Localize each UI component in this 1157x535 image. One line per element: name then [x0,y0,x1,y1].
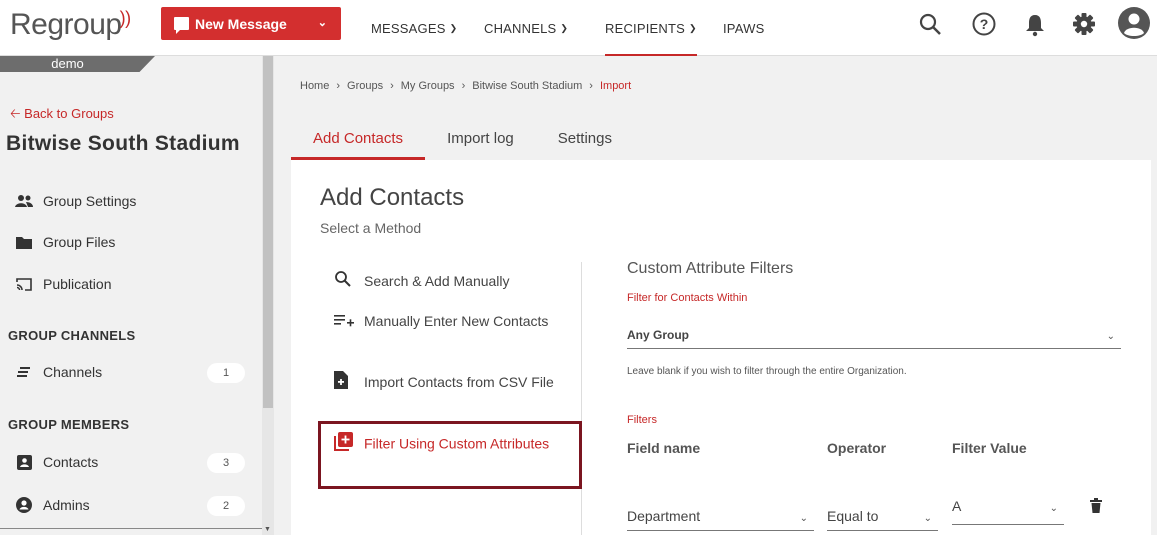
sidebar-item-label: Group Files [43,234,116,250]
chevron-right-icon: › [589,80,593,92]
logo-wave-icon: )) [119,8,132,28]
chevron-right-icon: › [336,80,341,92]
sidebar-item-admins[interactable]: Admins [15,497,90,513]
sidebar-item-publication[interactable]: Publication [15,276,112,292]
nav-channels[interactable]: CHANNELS ❯ [484,0,568,56]
filters-label: Filters [627,414,657,426]
sidebar-item-contacts[interactable]: Contacts [15,454,98,470]
operator-select[interactable]: Equal to ⌄ [827,487,938,531]
chevron-down-icon[interactable]: ⌄ [318,16,327,29]
sidebar-item-label: Admins [43,497,90,513]
breadcrumb: Home › Groups › My Groups › Bitwise South S… [300,80,638,92]
svg-text:?: ? [980,16,989,32]
list-add-icon [334,311,354,334]
group-channels-heading: GROUP CHANNELS [8,328,136,343]
method-import-csv[interactable]: Import Contacts from CSV File [334,371,580,396]
new-message-button[interactable]: New Message ⌄ [161,7,341,40]
search-icon[interactable] [917,11,945,39]
sidebar-item-channels[interactable]: Channels [15,364,102,380]
filter-value-header: Filter Value [952,440,1027,456]
breadcrumb-current: Import [599,80,632,92]
sidebar-item-label: Channels [43,364,103,380]
trash-icon[interactable] [1090,498,1102,513]
search-icon [334,270,354,295]
sidebar-item-label: Group Settings [43,193,137,209]
selected-method-highlight [318,421,582,489]
filter-value-select[interactable]: A ⌄ [952,487,1064,525]
chevron-down-icon: ⌄ [1049,503,1058,514]
chevron-down-icon: ⌄ [799,513,808,524]
chevron-down-icon: ❯ [689,22,697,33]
avatar-icon[interactable] [1118,7,1150,39]
channels-count-badge: 1 [207,363,245,383]
admins-count-badge: 2 [207,496,245,516]
folder-icon [15,234,33,250]
back-to-groups-link[interactable]: 🡠 Back to Groups [10,105,114,127]
filters-title: Custom Attribute Filters [627,260,794,277]
tab-settings[interactable]: Settings [536,122,634,160]
org-tag: demo [0,56,155,72]
field-name-header: Field name [627,440,701,456]
chevron-down-icon: ❯ [449,22,458,33]
nav-ipaws[interactable]: IPAWS [723,0,764,56]
breadcrumb-groups[interactable]: Groups [347,80,383,92]
method-manual-entry[interactable]: Manually Enter New Contacts [334,310,580,334]
group-title: Bitwise South Stadium [6,132,240,155]
tab-import-log[interactable]: Import log [425,122,536,160]
sidebar-item-group-files[interactable]: Group Files [15,234,115,250]
nav-recipients[interactable]: RECIPIENTS ❯ [605,0,697,56]
nav-messages[interactable]: MESSAGES ❯ [371,0,457,56]
gear-icon[interactable] [1070,11,1098,39]
group-members-heading: GROUP MEMBERS [8,417,130,432]
field-name-select[interactable]: Department ⌄ [627,487,814,531]
chevron-down-icon: ⌄ [923,513,932,524]
operator-header: Operator [827,440,887,456]
sidebar-scrollbar[interactable]: ▼ [262,56,274,535]
chevron-right-icon: › [390,80,394,92]
field-name-value: Department [627,508,701,524]
regroup-logo[interactable]: Regroup)) [10,8,133,42]
filter-hint: Leave blank if you wish to filter throug… [627,366,907,377]
method-list: Search & Add Manually Manually Enter New… [321,262,582,535]
breadcrumb-my-groups[interactable]: My Groups [401,80,455,92]
message-icon [174,17,189,34]
channels-icon [15,364,33,380]
help-icon[interactable]: ? [971,11,999,39]
arrow-left-icon: 🡠 [10,106,21,121]
chevron-down-icon: ⌄ [1106,331,1115,342]
filter-within-label: Filter for Contacts Within [627,292,748,304]
cast-icon [15,276,33,292]
breadcrumb-home[interactable]: Home [300,80,329,92]
tab-bar: Add Contacts Import log Settings [291,122,634,160]
sidebar-item-group-settings[interactable]: Group Settings [15,193,136,209]
breadcrumb-group[interactable]: Bitwise South Stadium [472,80,582,92]
bell-icon[interactable] [1021,11,1049,39]
admin-icon [15,497,33,513]
contacts-count-badge: 3 [207,453,245,473]
filter-value: A [952,498,962,514]
scroll-down-arrow-icon[interactable]: ▼ [264,526,271,533]
people-icon [15,193,33,209]
top-bar: Regroup)) New Message ⌄ MESSAGES ❯ CHANNE… [0,0,1157,56]
chevron-right-icon: › [461,80,466,92]
file-add-icon [334,371,354,396]
sidebar-item-label: Contacts [43,454,99,470]
sidebar-item-label: Publication [43,276,112,292]
group-select-value: Any Group [627,328,689,342]
card-title: Add Contacts [320,184,465,211]
card-subtitle: Select a Method [320,220,422,236]
operator-value: Equal to [827,508,879,524]
contact-card-icon [15,454,33,470]
tab-add-contacts[interactable]: Add Contacts [291,122,426,160]
scrollbar-thumb[interactable] [263,56,273,408]
new-message-label: New Message [195,15,287,32]
method-search-add[interactable]: Search & Add Manually [334,270,580,295]
sidebar: demo 🡠 Back to Groups Bitwise South Stad… [0,56,262,535]
chevron-down-icon: ❯ [560,22,569,33]
sidebar-bottom-divider [0,528,262,529]
group-select[interactable]: Any Group ⌄ [627,312,1121,349]
